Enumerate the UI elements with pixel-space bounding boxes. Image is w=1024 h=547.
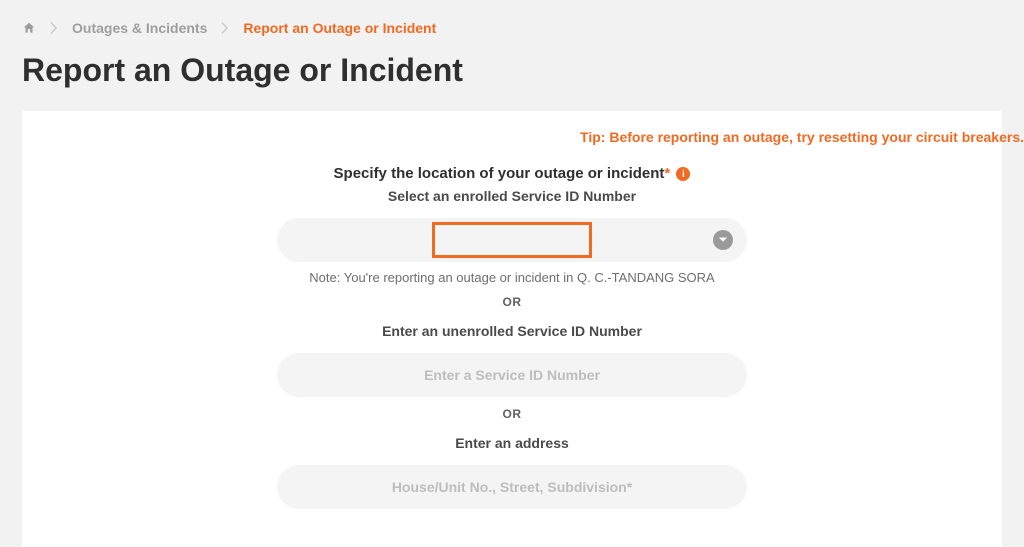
form-card: Tip: Before reporting an outage, try res…	[22, 111, 1002, 547]
or-separator-2: OR	[22, 407, 1002, 421]
unenrolled-row	[22, 353, 1002, 397]
breadcrumb-link-outages[interactable]: Outages & Incidents	[72, 20, 207, 36]
selection-highlight	[432, 222, 592, 258]
breadcrumb-current: Report an Outage or Incident	[243, 20, 436, 36]
chevron-down-icon[interactable]	[713, 230, 733, 250]
or-separator-1: OR	[22, 295, 1002, 309]
unenrolled-label: Enter an unenrolled Service ID Number	[22, 323, 1002, 339]
unenrolled-input[interactable]	[277, 353, 747, 397]
enrolled-select[interactable]	[277, 218, 747, 262]
enrolled-row	[22, 218, 1002, 262]
enrolled-label: Select an enrolled Service ID Number	[22, 188, 1002, 204]
unenrolled-input-wrap	[277, 353, 747, 397]
address-input[interactable]	[277, 465, 747, 509]
form-heading: Specify the location of your outage or i…	[22, 165, 1002, 182]
chevron-right-icon	[221, 22, 229, 34]
address-label: Enter an address	[22, 435, 1002, 451]
chevron-right-icon	[50, 22, 58, 34]
form-heading-text: Specify the location of your outage or i…	[334, 165, 665, 182]
home-icon[interactable]	[22, 21, 36, 35]
address-row	[22, 465, 1002, 509]
breadcrumb: Outages & Incidents Report an Outage or …	[0, 0, 1024, 36]
enrolled-note: Note: You're reporting an outage or inci…	[22, 270, 1002, 285]
tip-text: Tip: Before reporting an outage, try res…	[22, 129, 1024, 145]
info-icon[interactable]: i	[676, 167, 690, 181]
page-title: Report an Outage or Incident	[0, 36, 1024, 111]
address-input-wrap	[277, 465, 747, 509]
required-mark: *	[664, 165, 670, 182]
